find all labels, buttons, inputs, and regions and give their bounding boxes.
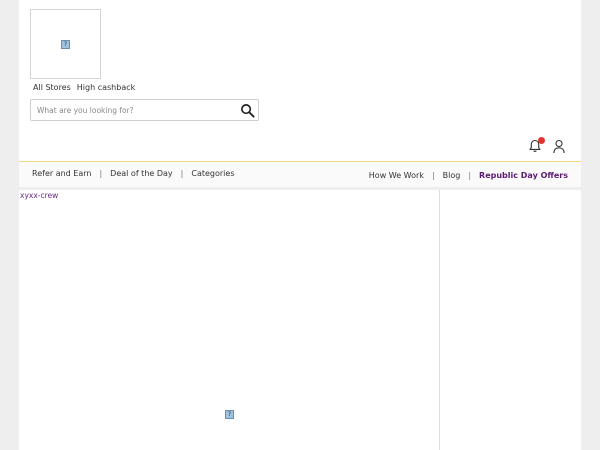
nav-categories[interactable]: Categories (191, 169, 234, 178)
high-cashback-link[interactable]: High cashback (77, 83, 135, 92)
nav-separator: | (468, 171, 472, 180)
logo-placeholder[interactable]: ? (30, 9, 101, 79)
nav-separator: | (180, 169, 184, 178)
nav-left: Refer and Earn | Deal of the Day | Categ… (32, 169, 234, 178)
search-input[interactable] (37, 103, 237, 118)
notification-badge (538, 137, 545, 144)
nav-refer-and-earn[interactable]: Refer and Earn (32, 169, 91, 178)
search-bar (30, 99, 259, 121)
secondary-nav: Refer and Earn | Deal of the Day | Categ… (19, 161, 581, 187)
all-stores-link[interactable]: All Stores (33, 83, 71, 92)
quick-links: All Stores High cashback (33, 83, 135, 92)
nav-deal-of-the-day[interactable]: Deal of the Day (110, 169, 172, 178)
nav-right: How We Work | Blog | Republic Day Offers (369, 171, 568, 180)
nav-separator: | (431, 171, 435, 180)
search-icon[interactable] (240, 103, 255, 118)
user-icon[interactable] (552, 139, 566, 154)
broken-image-icon: ? (61, 40, 70, 49)
page: ? All Stores High cashback Refer and Ear… (19, 0, 581, 450)
nav-separator: | (99, 169, 103, 178)
sidebar (441, 190, 581, 450)
nav-how-we-work[interactable]: How We Work (369, 171, 424, 180)
widget-label: xyxx-crew (20, 191, 59, 200)
nav-blog[interactable]: Blog (443, 171, 461, 180)
main-content: xyxx-crew ? (19, 190, 440, 450)
nav-republic-day-offers[interactable]: Republic Day Offers (479, 171, 568, 180)
broken-image-icon: ? (225, 410, 234, 419)
